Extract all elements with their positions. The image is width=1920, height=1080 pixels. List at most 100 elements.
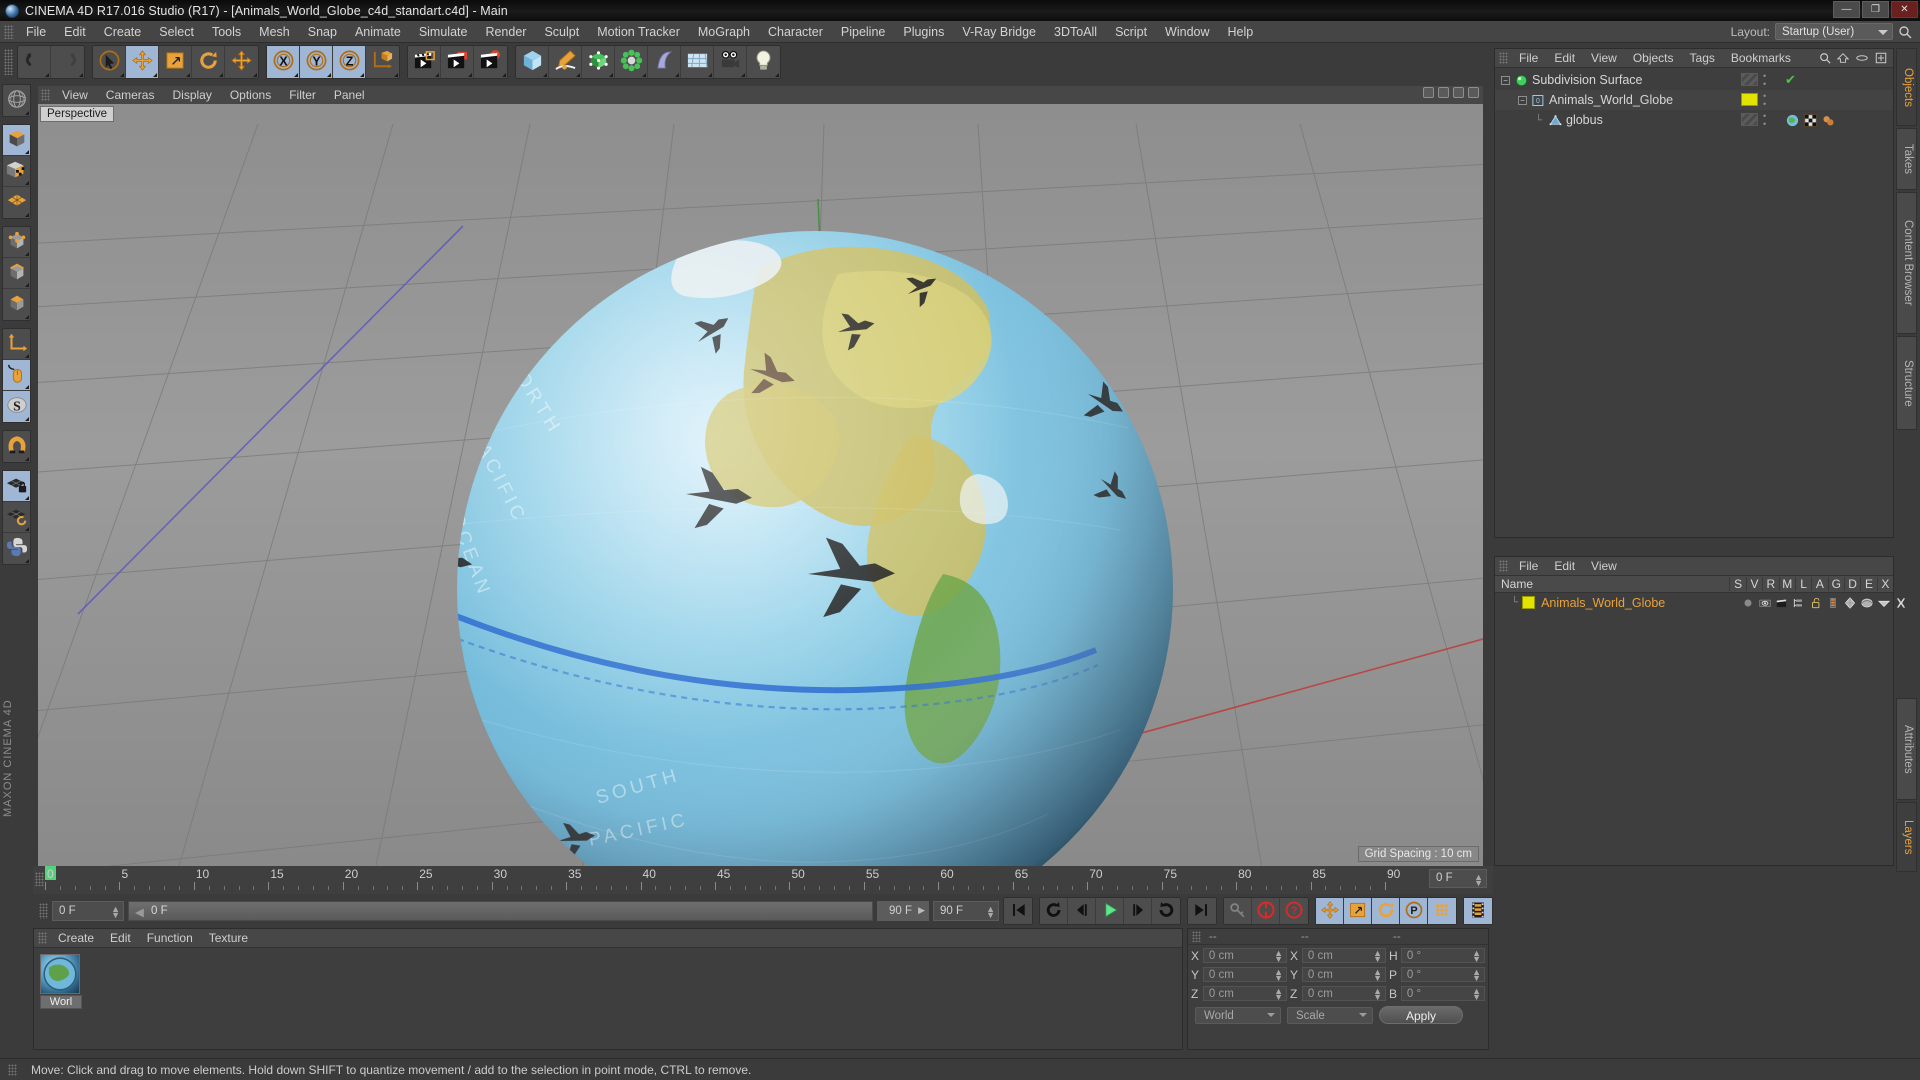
redo-button[interactable] [51,46,84,78]
lock-x-axis[interactable]: X [267,46,300,78]
apply-button[interactable]: Apply [1379,1006,1463,1024]
layer-menu-view[interactable]: View [1583,558,1625,574]
axis-move-tool[interactable] [225,46,258,78]
enable-viewport-interaction[interactable] [3,360,30,391]
object-menu-file[interactable]: File [1511,50,1546,66]
expander-toggle[interactable]: − [1518,95,1527,105]
render-icon[interactable] [1775,596,1789,610]
menu-item-motion-tracker[interactable]: Motion Tracker [588,23,689,41]
dock-tab-objects[interactable]: Objects [1896,48,1917,126]
object-manager-grip-handle[interactable] [1499,52,1508,64]
model-mode[interactable] [3,125,30,156]
go-to-end-button[interactable] [1188,898,1216,924]
end-frame-indicator[interactable]: 90 F ▶ [877,901,929,921]
menu-grip-handle[interactable] [4,24,14,39]
go-to-start-button[interactable] [1004,898,1032,924]
points-mode[interactable] [3,227,30,258]
spinner-icon[interactable]: ▲ ▼ [1373,987,1382,1002]
menu-item-create[interactable]: Create [95,23,151,41]
render-settings-button[interactable] [474,46,507,78]
lock-workplane[interactable] [3,471,30,502]
maximize-button[interactable]: ❐ [1862,1,1889,18]
planar-workplane[interactable] [3,502,30,533]
texture-tag-icon[interactable] [1785,113,1800,128]
material-menu-create[interactable]: Create [50,930,102,946]
spinner-icon[interactable]: ▲ ▼ [1274,987,1283,1002]
viewport-menu-panel[interactable]: Panel [325,87,374,103]
spinner-icon[interactable]: ▲ ▼ [1373,968,1382,983]
visibility-dots[interactable] [1741,113,1758,126]
visibility-toggle-dots[interactable]: • • [1763,72,1766,89]
spinner-icon[interactable]: ▲ ▼ [1472,987,1481,1002]
object-row[interactable]: └ globus • • [1495,110,1893,130]
search-icon[interactable] [1898,25,1912,39]
object-row[interactable]: − 0 Animals_World_Globe • • [1495,90,1893,110]
menu-item-edit[interactable]: Edit [55,23,95,41]
move-tool[interactable] [126,46,159,78]
add-generator-object[interactable] [582,46,615,78]
object-axis-mode[interactable] [3,329,30,360]
coord-position-input[interactable]: 0 cm ▲ ▼ [1202,948,1288,964]
layer-rows[interactable]: └ Animals_World_Globe [1495,593,1906,612]
time-slider[interactable]: ◀ 0 F [128,901,873,921]
perspective-viewport[interactable]: Perspective Grid Spacing: 10 cm [38,104,1483,866]
lock-y-axis[interactable]: Y [300,46,333,78]
enable-snap[interactable] [3,431,30,462]
layout-dropdown[interactable]: Startup (User) [1775,23,1893,40]
dock-tab-attributes[interactable]: Attributes [1896,698,1917,800]
timeline-ruler[interactable]: 0 5 10 15 20 25 30 35 40 45 50 55 60 65 70 75 80 85 90 [45,866,1411,892]
layer-color-swatch[interactable] [1522,596,1536,609]
menu-item-render[interactable]: Render [476,23,535,41]
menu-item-plugins[interactable]: Plugins [894,23,953,41]
play-button[interactable] [1096,898,1124,924]
menu-item-v-ray-bridge[interactable]: V-Ray Bridge [953,23,1045,41]
transport-grip-handle[interactable] [39,903,48,919]
coord-rotation-input[interactable]: 0 ° ▲ ▼ [1400,967,1486,983]
spinner-icon[interactable]: ▲ ▼ [1472,968,1481,983]
step-forward-button[interactable] [1124,898,1152,924]
menu-item-help[interactable]: Help [1219,23,1263,41]
add-cube-object[interactable] [516,46,549,78]
fullscreen-icon[interactable] [1875,52,1887,64]
add-camera-object[interactable] [714,46,747,78]
menu-item-mograph[interactable]: MoGraph [689,23,759,41]
viewport-menu-cameras[interactable]: Cameras [97,87,164,103]
lock-open-icon[interactable] [1809,596,1823,610]
layer-manager-grip-handle[interactable] [1499,560,1508,572]
status-grip-handle[interactable] [8,1063,17,1076]
edges-mode[interactable] [3,258,30,289]
texture-mode[interactable] [3,156,30,187]
autokey-button[interactable] [1224,898,1252,924]
workplane-mode[interactable] [3,187,30,218]
object-tree-list[interactable]: − Subdivision Surface • • ✔ −0 Animals_World_G… [1495,68,1893,130]
object-menu-view[interactable]: View [1583,50,1625,66]
object-menu-edit[interactable]: Edit [1546,50,1583,66]
expression-icon[interactable] [1877,596,1891,610]
material-menu-texture[interactable]: Texture [201,930,256,946]
make-editable-button[interactable] [3,85,30,116]
record-scale-toggle[interactable] [1344,898,1372,924]
viewport-grip-handle[interactable] [41,89,50,101]
render-to-picture-viewer-button[interactable] [441,46,474,78]
visible-icon[interactable] [1758,596,1772,610]
go-to-previous-key-button[interactable] [1040,898,1068,924]
menu-item-3dtoall[interactable]: 3DToAll [1045,23,1106,41]
material-menu-edit[interactable]: Edit [102,930,139,946]
step-back-button[interactable] [1068,898,1096,924]
object-menu-bookmarks[interactable]: Bookmarks [1723,50,1799,66]
ellipse-icon[interactable] [1855,52,1869,64]
record-pla-toggle[interactable] [1428,898,1456,924]
deform-icon[interactable] [1860,596,1874,610]
search-icon[interactable] [1819,52,1831,64]
timeline-view-button[interactable] [1464,898,1492,924]
home-icon[interactable] [1837,52,1849,64]
spinner-icon[interactable]: ▲ ▼ [986,905,995,920]
record-position-toggle[interactable] [1316,898,1344,924]
rotate-tool[interactable] [192,46,225,78]
record-parameter-toggle[interactable]: P [1400,898,1428,924]
menu-item-character[interactable]: Character [759,23,832,41]
visibility-toggle-dots[interactable]: • • [1763,112,1766,129]
add-deformer-object[interactable] [648,46,681,78]
add-environment-object[interactable] [681,46,714,78]
viewport-menu-display[interactable]: Display [163,87,220,103]
